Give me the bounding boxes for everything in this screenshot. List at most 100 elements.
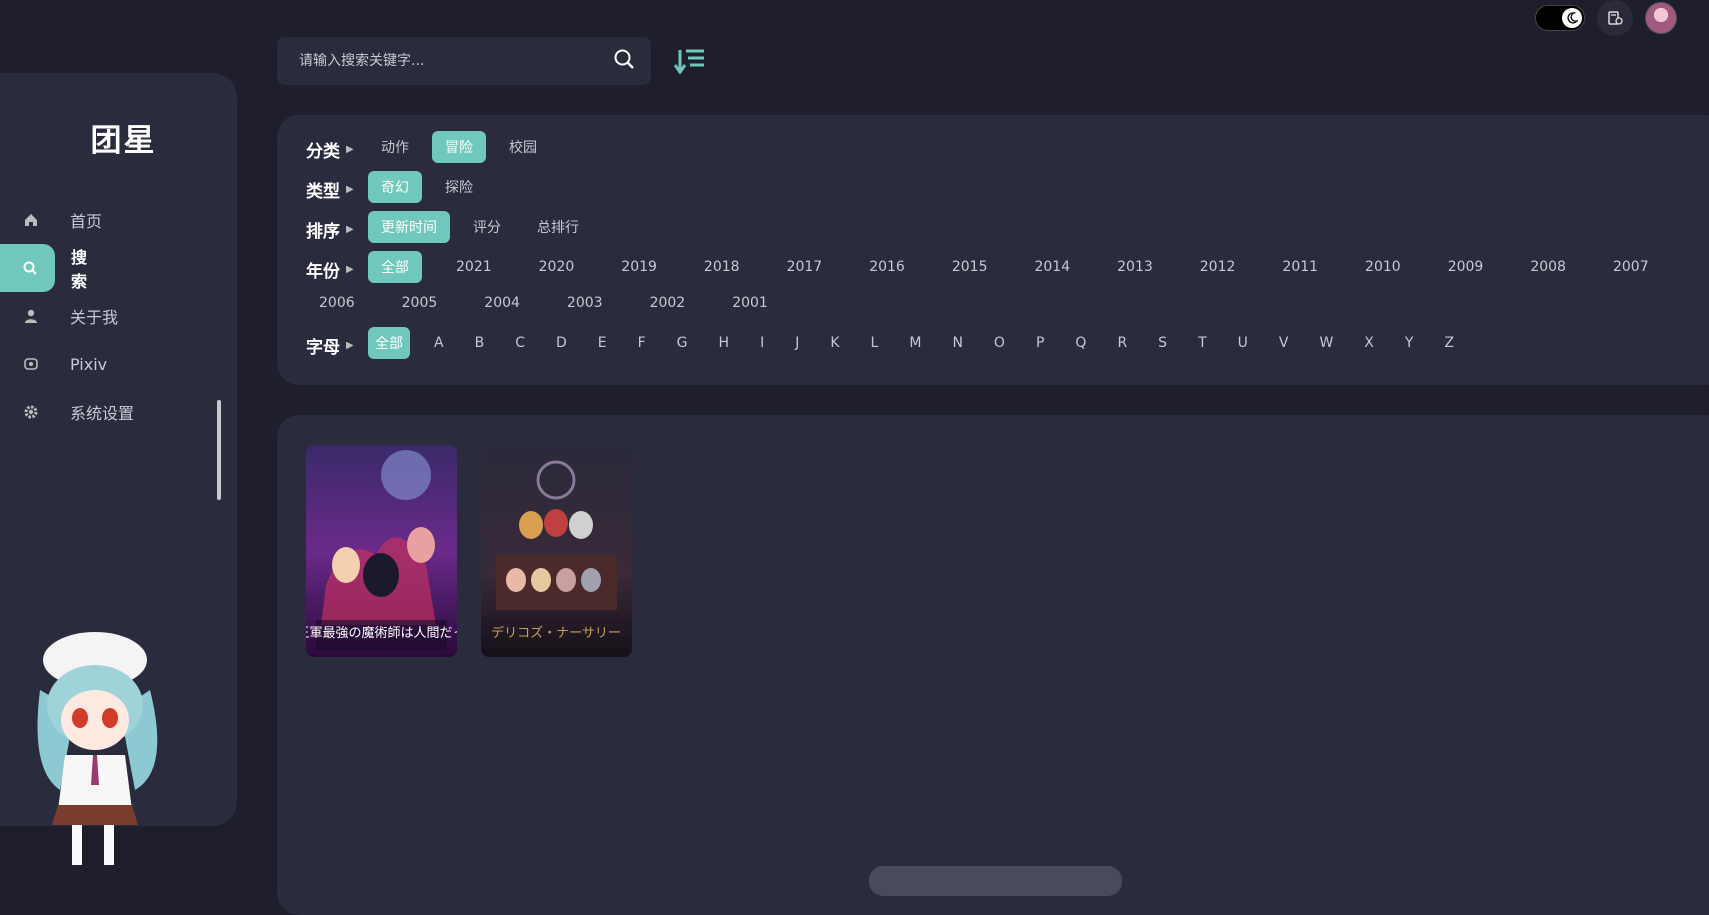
search-icon	[22, 259, 38, 277]
chip-year[interactable]: 2018	[691, 251, 753, 283]
chip-letter[interactable]: Z	[1437, 327, 1461, 359]
dark-mode-toggle[interactable]	[1535, 5, 1585, 31]
chip-year[interactable]: 2017	[774, 251, 836, 283]
chip-letter[interactable]: J	[788, 327, 806, 359]
chip-letter[interactable]: F	[631, 327, 653, 359]
filter-label: 字母 ▶	[306, 337, 354, 358]
sidebar-item-label: 搜索	[71, 248, 88, 291]
history-button[interactable]	[1597, 0, 1633, 36]
user-icon	[22, 307, 40, 325]
anime-card[interactable]: デリコズ・ナーサリー	[481, 445, 632, 657]
chip-letter[interactable]: 全部	[368, 327, 410, 359]
chip-sort[interactable]: 总排行	[524, 211, 592, 243]
chip-letter[interactable]: M	[902, 327, 928, 359]
chip-year[interactable]: 2001	[719, 287, 781, 319]
sidebar-scrollbar[interactable]	[217, 400, 221, 500]
results-grid: 魔王軍最強の魔術師は人間だった デリコズ・ナーサリー	[277, 415, 1709, 915]
chip-letter[interactable]: K	[823, 327, 846, 359]
chip-year[interactable]: 2003	[554, 287, 616, 319]
chip-letter[interactable]: G	[670, 327, 695, 359]
chip-letter[interactable]: O	[987, 327, 1012, 359]
chip-year[interactable]: 2006	[306, 287, 368, 319]
chip-year[interactable]: 2019	[608, 251, 670, 283]
filter-row-category: 分类 ▶ 动作 冒险 校园	[306, 131, 1709, 167]
search-icon[interactable]	[613, 48, 635, 74]
search-bar	[277, 37, 651, 85]
chip-year[interactable]: 全部	[368, 251, 422, 283]
chip-year[interactable]: 2004	[471, 287, 533, 319]
filter-label: 类型 ▶	[306, 181, 354, 202]
chip-letter[interactable]: D	[549, 327, 574, 359]
chip-letter[interactable]: A	[427, 327, 451, 359]
chip-year[interactable]: 2020	[526, 251, 588, 283]
filter-row-letter: 字母 ▶ 全部 A B C D E F G H I J K L M N O P Q R S T U V W X Y Z	[306, 327, 1709, 363]
history-icon	[1608, 11, 1623, 25]
chip-letter[interactable]: N	[945, 327, 969, 359]
chip-type[interactable]: 奇幻	[368, 171, 422, 203]
chip-year[interactable]: 2012	[1187, 251, 1249, 283]
chip-letter[interactable]: S	[1151, 327, 1174, 359]
chip-year[interactable]: 2002	[637, 287, 699, 319]
back-to-top-bar[interactable]	[869, 866, 1122, 896]
chip-letter[interactable]: Q	[1068, 327, 1093, 359]
chip-letter[interactable]: U	[1231, 327, 1255, 359]
sidebar-item-label: 系统设置	[70, 404, 135, 423]
chip-letter[interactable]: L	[864, 327, 886, 359]
chip-sort[interactable]: 更新时间	[368, 211, 450, 243]
chip-letter[interactable]: R	[1110, 327, 1134, 359]
chip-sort[interactable]: 评分	[460, 211, 514, 243]
chip-letter[interactable]: I	[753, 327, 771, 359]
chip-year[interactable]: 2010	[1352, 251, 1414, 283]
chip-year[interactable]: 2005	[389, 287, 451, 319]
search-input[interactable]	[297, 52, 613, 70]
sidebar-nav: 首页 搜索 关于我 Pixiv 系统设置	[0, 196, 237, 436]
filter-panel: 分类 ▶ 动作 冒险 校园 类型 ▶ 奇幻 探险 排序 ▶ 更新时间 评分 总排行 年…	[277, 115, 1709, 385]
svg-text:デリコズ・ナーサリー: デリコズ・ナーサリー	[491, 625, 621, 641]
chip-type[interactable]: 探险	[432, 171, 486, 203]
sort-icon[interactable]	[674, 46, 706, 76]
filter-row-type: 类型 ▶ 奇幻 探险	[306, 171, 1709, 207]
chip-letter[interactable]: H	[712, 327, 737, 359]
chip-year[interactable]: 2008	[1517, 251, 1579, 283]
filter-label: 分类 ▶	[306, 141, 354, 162]
sidebar-item-search[interactable]: 搜索	[0, 244, 87, 292]
chip-year[interactable]: 2007	[1600, 251, 1662, 283]
chip-letter[interactable]: V	[1272, 327, 1296, 359]
svg-text:魔王軍最強の魔術師は人間だった: 魔王軍最強の魔術師は人間だった	[306, 626, 457, 641]
sidebar-item-home[interactable]: 首页	[0, 196, 237, 244]
chip-category[interactable]: 动作	[368, 131, 422, 163]
chip-letter[interactable]: B	[468, 327, 492, 359]
moon-icon	[1562, 8, 1582, 28]
chip-letter[interactable]: P	[1029, 327, 1051, 359]
user-avatar[interactable]	[1645, 2, 1677, 34]
chip-letter[interactable]: T	[1191, 327, 1214, 359]
chip-year[interactable]: 2013	[1104, 251, 1166, 283]
chip-category[interactable]: 冒险	[432, 131, 486, 163]
chip-letter[interactable]: C	[508, 327, 532, 359]
chip-year[interactable]: 2016	[856, 251, 918, 283]
chip-letter[interactable]: Y	[1398, 327, 1421, 359]
sidebar-item-label: 首页	[70, 212, 103, 231]
chip-letter[interactable]: W	[1312, 327, 1340, 359]
brand-title: 团星	[90, 123, 157, 159]
top-toolbar	[1535, 0, 1677, 36]
poster-image: 魔王軍最強の魔術師は人間だった	[306, 445, 457, 657]
chip-year[interactable]: 2014	[1021, 251, 1083, 283]
filter-row-sort: 排序 ▶ 更新时间 评分 总排行	[306, 211, 1709, 247]
anime-card[interactable]: 魔王軍最強の魔術師は人間だった	[306, 445, 457, 657]
sidebar-item-pixiv[interactable]: Pixiv	[0, 340, 237, 388]
chip-year[interactable]: 2009	[1435, 251, 1497, 283]
sidebar-item-label: 关于我	[70, 308, 119, 327]
chip-category[interactable]: 校园	[496, 131, 550, 163]
chip-year[interactable]: 2015	[939, 251, 1001, 283]
pixiv-icon	[22, 355, 40, 373]
chip-letter[interactable]: E	[591, 327, 614, 359]
chip-year[interactable]: 2021	[443, 251, 505, 283]
poster-image: デリコズ・ナーサリー	[481, 445, 632, 657]
chip-letter[interactable]: X	[1357, 327, 1381, 359]
sidebar-item-settings[interactable]: 系统设置	[0, 388, 237, 436]
chip-year[interactable]: 2011	[1269, 251, 1331, 283]
sidebar-item-about[interactable]: 关于我	[0, 292, 237, 340]
home-icon	[22, 211, 40, 229]
filter-label: 排序 ▶	[306, 221, 354, 242]
